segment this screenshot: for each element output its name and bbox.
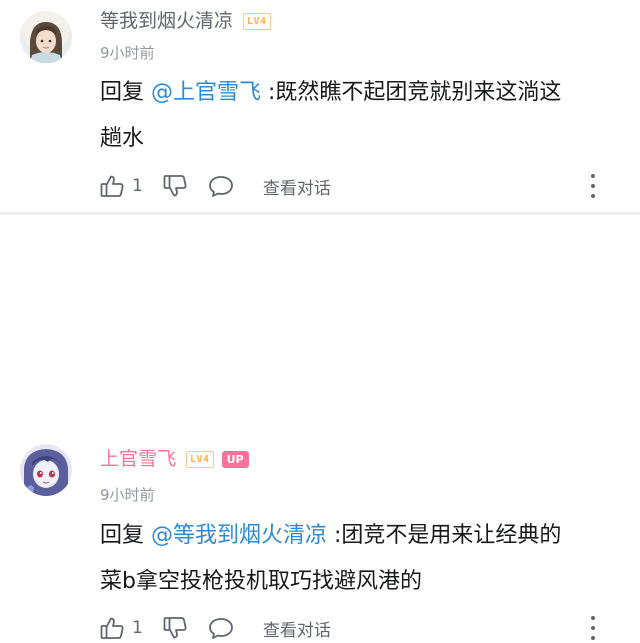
username[interactable]: 上官雪飞 bbox=[100, 446, 176, 472]
thumbs-up-icon bbox=[100, 175, 124, 197]
like-button[interactable] bbox=[98, 172, 126, 200]
reply-prefix: 回复 bbox=[100, 523, 151, 548]
mention-link[interactable]: @上官雪飞 bbox=[151, 80, 261, 105]
mention-link[interactable]: @等我到烟火清凉 bbox=[151, 523, 327, 548]
view-conversation-link[interactable]: 查看对话 bbox=[263, 174, 331, 199]
avatar-girl-icon bbox=[20, 11, 72, 63]
user-avatar[interactable] bbox=[20, 444, 72, 496]
comment-item: 上官雪飞 LV4 UP 9小时前 回复 @等我到烟火清凉 :团竞不是用来让经典的… bbox=[0, 212, 640, 641]
comment-text: 回复 @等我到烟火清凉 :团竞不是用来让经典的菜b拿空投枪投机取巧找避风港的 bbox=[100, 513, 620, 605]
username[interactable]: 等我到烟火清凉 bbox=[100, 8, 233, 34]
reply-button[interactable] bbox=[207, 172, 235, 200]
comment-actions: 1 查看对话 bbox=[98, 171, 620, 201]
like-count: 1 bbox=[132, 618, 143, 638]
more-options-button[interactable] bbox=[590, 174, 596, 198]
comment-body-line2: 菜b拿空投枪投机取巧找避风港的 bbox=[100, 569, 422, 594]
chat-bubble-icon bbox=[208, 176, 233, 197]
like-count: 1 bbox=[132, 176, 143, 196]
user-avatar[interactable] bbox=[20, 11, 72, 63]
comment-body-line1: :既然瞧不起团竞就别来这淌这 bbox=[261, 80, 562, 105]
thumbs-down-icon bbox=[163, 617, 187, 639]
username-row: 上官雪飞 LV4 UP bbox=[100, 446, 249, 472]
dislike-button[interactable] bbox=[161, 614, 189, 642]
level-badge: LV4 bbox=[243, 12, 271, 30]
more-dot-icon bbox=[591, 194, 595, 198]
view-conversation-link[interactable]: 查看对话 bbox=[263, 616, 331, 641]
comment-actions: 1 查看对话 bbox=[98, 613, 620, 643]
up-badge: UP bbox=[221, 450, 249, 468]
comment-item: 等我到烟火清凉 LV4 9小时前 回复 @上官雪飞 :既然瞧不起团竞就别来这淌这… bbox=[0, 0, 640, 212]
more-dot-icon bbox=[591, 616, 595, 620]
comment-body-line1: :团竞不是用来让经典的 bbox=[327, 523, 562, 548]
thumbs-up-icon bbox=[100, 617, 124, 639]
more-dot-icon bbox=[591, 636, 595, 640]
like-button[interactable] bbox=[98, 614, 126, 642]
more-dot-icon bbox=[591, 184, 595, 188]
comment-text: 回复 @上官雪飞 :既然瞧不起团竞就别来这淌这趟水 bbox=[100, 70, 620, 162]
dislike-button[interactable] bbox=[161, 172, 189, 200]
chat-bubble-icon bbox=[208, 618, 233, 639]
reply-prefix: 回复 bbox=[100, 80, 151, 105]
level-badge: LV4 bbox=[186, 450, 214, 468]
thumbs-down-icon bbox=[163, 175, 187, 197]
comment-body-line2: 趟水 bbox=[100, 126, 145, 151]
reply-button[interactable] bbox=[207, 614, 235, 642]
timestamp: 9小时前 bbox=[100, 44, 155, 62]
more-options-button[interactable] bbox=[590, 616, 596, 640]
more-dot-icon bbox=[591, 174, 595, 178]
username-row: 等我到烟火清凉 LV4 bbox=[100, 8, 271, 34]
timestamp: 9小时前 bbox=[100, 486, 155, 504]
more-dot-icon bbox=[591, 626, 595, 630]
avatar-anime-icon bbox=[20, 444, 72, 496]
